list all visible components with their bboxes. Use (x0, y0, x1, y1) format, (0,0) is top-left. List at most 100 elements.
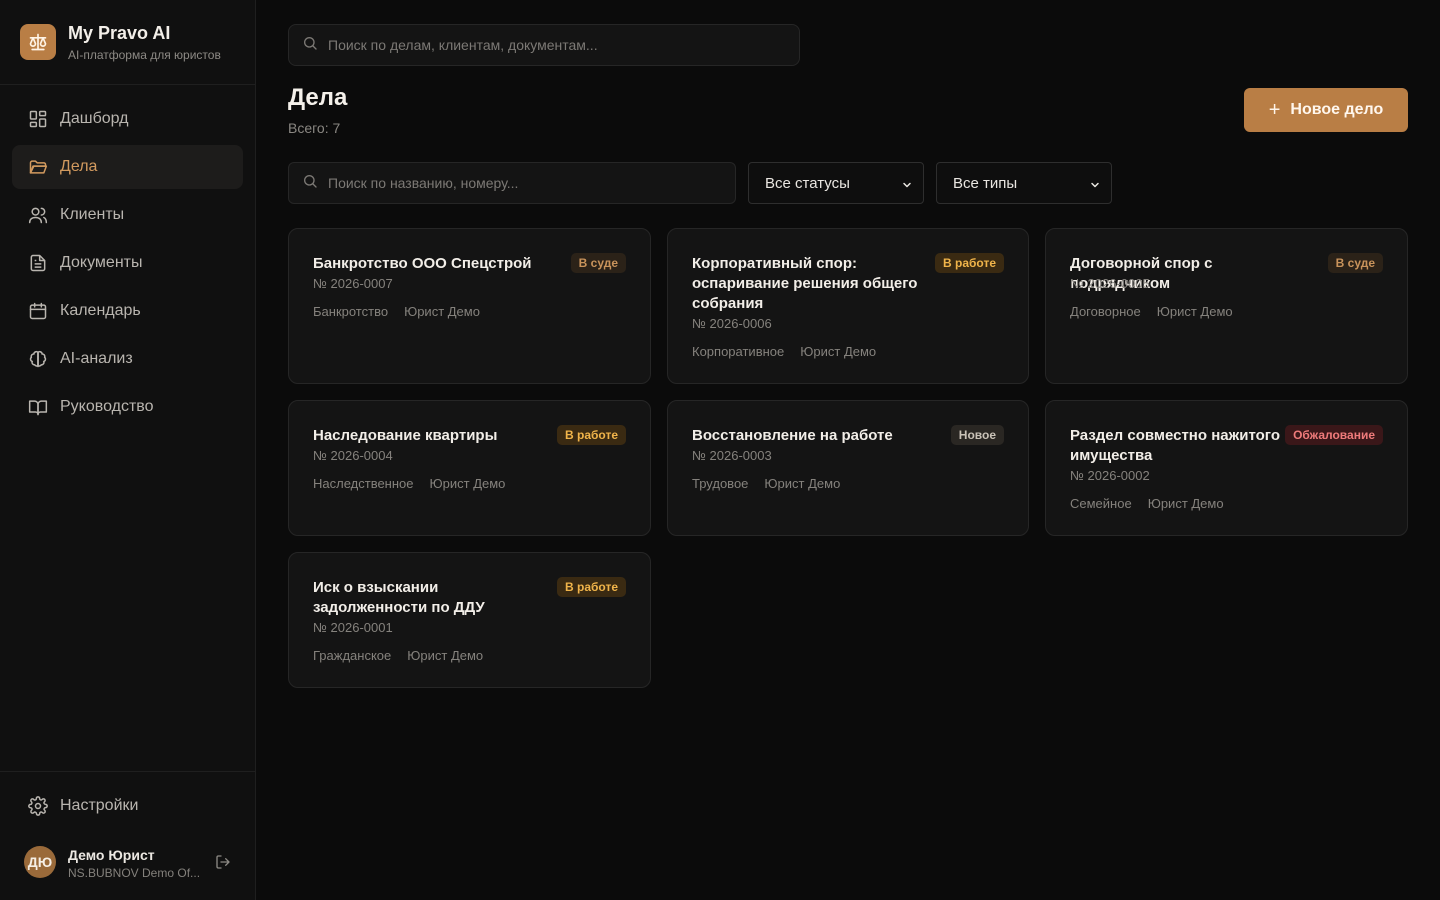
case-title: Наследование квартиры (313, 427, 498, 444)
sidebar-item-dashboard[interactable]: Дашборд (12, 97, 243, 141)
case-number: № 2026-0002 (1070, 468, 1150, 483)
type-filter-select[interactable]: Все типы (936, 162, 1112, 204)
case-card[interactable]: Восстановление на работе Новое № 2026-00… (667, 400, 1029, 536)
sidebar-item-cases[interactable]: Дела (12, 145, 243, 189)
case-type: Трудовое (692, 476, 749, 491)
case-lawyer: Юрист Демо (407, 648, 484, 663)
sidebar-item-label: Дела (60, 158, 98, 175)
case-type: Наследственное (313, 476, 414, 491)
sidebar-item-documents[interactable]: Документы (12, 241, 243, 285)
case-card[interactable]: Раздел совместно нажитого имущества Обжа… (1045, 400, 1408, 536)
sidebar-item-ai-analysis[interactable]: AI-анализ (12, 337, 243, 381)
search-icon (302, 35, 318, 56)
scales-logo-icon[interactable] (20, 24, 56, 60)
users-icon (28, 205, 48, 225)
cases-search-input[interactable] (328, 175, 735, 191)
case-meta: Гражданское Юрист Демо (313, 648, 499, 663)
case-lawyer: Юрист Демо (1147, 496, 1224, 511)
new-case-button[interactable]: + Новое дело (1244, 88, 1408, 132)
sidebar-item-clients[interactable]: Клиенты (12, 193, 243, 237)
case-title: Раздел совместно нажитого имущества (1070, 427, 1280, 464)
case-title: Восстановление на работе (692, 427, 893, 444)
user-organization: NS.BUBNOV Demo Of... (68, 866, 201, 880)
folder-icon (28, 157, 48, 177)
case-type: Гражданское (313, 648, 392, 663)
case-lawyer: Юрист Демо (1156, 304, 1233, 319)
case-number: № 2026-0006 (692, 316, 772, 331)
case-meta: Корпоративное Юрист Демо (692, 344, 892, 359)
case-number: № 2026-0005 (1070, 276, 1150, 291)
cases-search[interactable] (288, 162, 736, 204)
sidebar-nav: Дашборд Дела Клиенты Документы Календарь (12, 97, 243, 433)
avatar: ДЮ (24, 846, 56, 878)
sidebar-item-label: AI-анализ (60, 350, 133, 367)
case-type: Корпоративное (692, 344, 785, 359)
case-meta: Трудовое Юрист Демо (692, 476, 856, 491)
user-profile[interactable]: ДЮ Демо Юрист NS.BUBNOV Demo Of... (24, 845, 239, 881)
case-card[interactable]: Иск о взыскании задолженности по ДДУ В р… (288, 552, 651, 688)
case-title: Корпоративный спор: оспаривание решения … (692, 255, 918, 312)
sidebar-item-label: Руководство (60, 398, 154, 415)
global-search[interactable] (288, 24, 800, 66)
brain-icon (28, 349, 48, 369)
sidebar-item-guide[interactable]: Руководство (12, 385, 243, 429)
sidebar-item-calendar[interactable]: Календарь (12, 289, 243, 333)
case-card[interactable]: Корпоративный спор: оспаривание решения … (667, 228, 1029, 384)
new-case-label: Новое дело (1290, 101, 1384, 118)
user-name: Демо Юрист (68, 847, 155, 863)
case-meta: Семейное Юрист Демо (1070, 496, 1240, 511)
case-meta: Договорное Юрист Демо (1070, 304, 1249, 319)
brand-name: My Pravo AI (68, 23, 171, 43)
dashboard-icon (28, 109, 48, 129)
case-lawyer: Юрист Демо (764, 476, 841, 491)
status-badge: В суде (1327, 253, 1383, 273)
status-badge: В суде (570, 253, 626, 273)
sidebar-item-label: Дашборд (60, 110, 129, 127)
case-title: Иск о взыскании задолженности по ДДУ (313, 579, 485, 616)
gear-icon (28, 796, 48, 816)
sidebar-footer: Настройки ДЮ Демо Юрист NS.BUBNOV Demo O… (0, 771, 255, 900)
case-meta: Банкротство Юрист Демо (313, 304, 496, 319)
sidebar-item-settings[interactable]: Настройки (12, 784, 243, 828)
brand-subtitle: AI-платформа для юристов (68, 48, 221, 62)
case-type: Семейное (1070, 496, 1132, 511)
status-badge: В работе (935, 253, 1004, 273)
chevron-down-icon (901, 178, 913, 195)
case-type: Банкротство (313, 304, 389, 319)
status-filter-select[interactable]: Все статусы (748, 162, 924, 204)
sidebar-item-label: Календарь (60, 302, 141, 319)
case-number: № 2026-0004 (313, 448, 393, 463)
sidebar: My Pravo AI AI-платформа для юристов Даш… (0, 0, 256, 900)
status-badge: В работе (557, 577, 626, 597)
status-badge: Новое (950, 425, 1004, 445)
sidebar-item-label: Клиенты (60, 206, 125, 223)
case-card[interactable]: Банкротство ООО Спецстрой В суде № 2026-… (288, 228, 651, 384)
type-filter-value: Все типы (953, 174, 1018, 192)
chevron-down-icon (1089, 178, 1101, 195)
calendar-icon (28, 301, 48, 321)
settings-label: Настройки (60, 797, 139, 814)
case-meta: Наследственное Юрист Демо (313, 476, 521, 491)
case-title: Банкротство ООО Спецстрой (313, 255, 532, 272)
status-filter-value: Все статусы (765, 174, 850, 192)
case-number: № 2026-0003 (692, 448, 772, 463)
case-number: № 2026-0001 (313, 620, 393, 635)
page-title: Дела (288, 84, 348, 111)
status-badge: В работе (557, 425, 626, 445)
case-card[interactable]: Договорной спор с подрядчиком В суде № 2… (1045, 228, 1408, 384)
plus-icon: + (1268, 99, 1281, 121)
book-icon (28, 397, 48, 417)
brand: My Pravo AI AI-платформа для юристов (0, 0, 255, 85)
global-search-input[interactable] (328, 37, 799, 53)
document-icon (28, 253, 48, 273)
logout-icon[interactable] (214, 853, 232, 871)
case-number: № 2026-0007 (313, 276, 393, 291)
search-icon (302, 173, 318, 194)
case-lawyer: Юрист Демо (429, 476, 506, 491)
sidebar-item-label: Документы (60, 254, 143, 271)
status-badge: Обжалование (1285, 425, 1383, 445)
case-card[interactable]: Наследование квартиры В работе № 2026-00… (288, 400, 651, 536)
case-type: Договорное (1070, 304, 1141, 319)
case-lawyer: Юрист Демо (404, 304, 480, 319)
case-lawyer: Юрист Демо (800, 344, 877, 359)
